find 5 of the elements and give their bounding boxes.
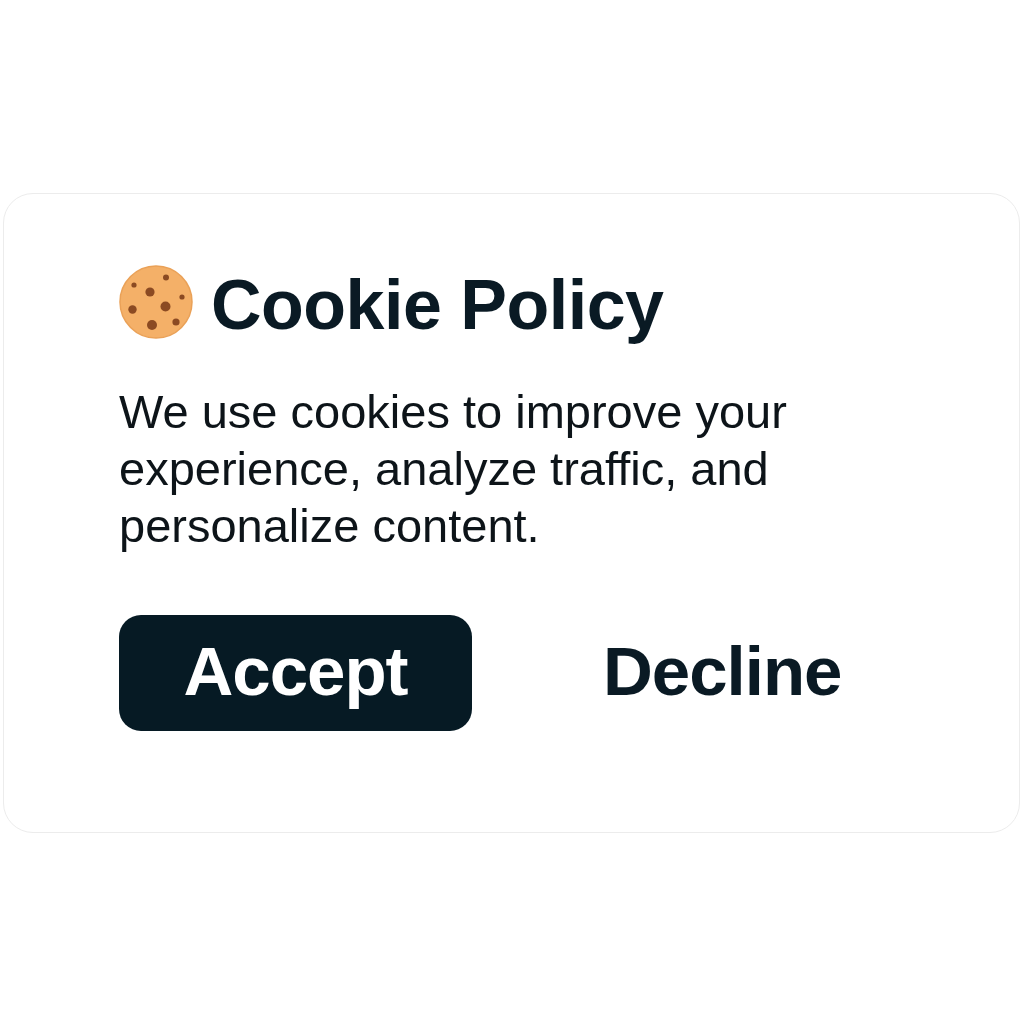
cookie-icon [119, 265, 193, 339]
dialog-title: Cookie Policy [211, 265, 664, 342]
decline-button[interactable]: Decline [597, 633, 848, 713]
accept-button[interactable]: Accept [119, 615, 472, 731]
dialog-message: We use cookies to improve your experience, analyze traffic, and personalize content. [119, 384, 788, 554]
